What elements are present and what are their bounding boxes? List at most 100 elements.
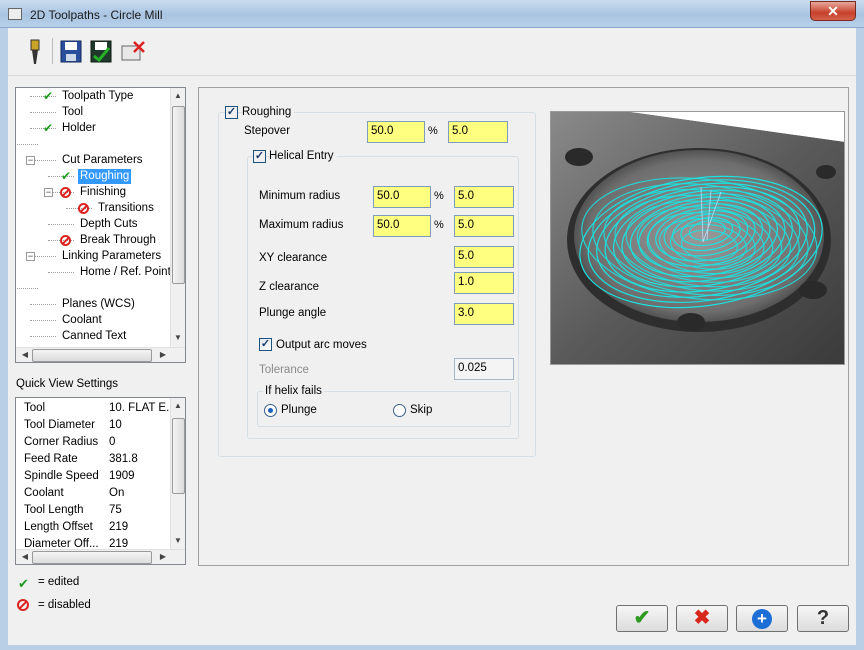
quick-view-value: 381.8	[109, 453, 138, 465]
quick-view-value: 1909	[109, 470, 135, 482]
cancel-button[interactable]: ✖	[676, 605, 728, 632]
stepover-percent-input[interactable]: 50.0	[367, 121, 425, 143]
add-button[interactable]: +	[736, 605, 788, 632]
window-frame-bottom	[0, 645, 864, 650]
disabled-icon	[60, 235, 71, 246]
min-radius-label: Minimum radius	[259, 190, 341, 202]
window-title: 2D Toolpaths - Circle Mill	[30, 8, 163, 22]
tree-item-label[interactable]: Coolant	[60, 313, 104, 328]
collapse-icon[interactable]: −	[26, 252, 35, 261]
scroll-left-arrow-icon[interactable]: ◀	[18, 552, 32, 561]
quick-view-row: Tool Diameter 10	[24, 417, 122, 434]
output-arc-moves-checkbox[interactable]: ✓	[259, 338, 272, 351]
min-radius-value-input[interactable]: 5.0	[454, 186, 514, 208]
cancel-red-icon[interactable]	[120, 38, 146, 66]
toolbar-separator	[52, 38, 53, 64]
parameter-tree[interactable]: ✔ Toolpath Type Tool ✔ Holder − Cut Parameters…	[15, 87, 186, 363]
min-radius-percent-input[interactable]: 50.0	[373, 186, 431, 208]
xy-clearance-label: XY clearance	[259, 252, 328, 264]
tree-item-label[interactable]: Holder	[60, 121, 98, 136]
tree-vertical-scrollbar[interactable]: ▲ ▼	[170, 88, 185, 347]
disabled-icon	[60, 187, 71, 198]
scroll-down-arrow-icon[interactable]: ▼	[171, 333, 185, 342]
tree-scroll-thumb[interactable]	[172, 106, 185, 284]
max-radius-percent-input[interactable]: 50.0	[373, 215, 431, 237]
xy-clearance-input[interactable]: 5.0	[454, 246, 514, 268]
scroll-right-arrow-icon[interactable]: ▶	[156, 552, 170, 561]
plunge-radio-label: Plunge	[281, 404, 317, 416]
scroll-down-arrow-icon[interactable]: ▼	[171, 536, 185, 545]
tree-item-label[interactable]: Cut Parameters	[60, 153, 145, 168]
collapse-icon[interactable]: −	[26, 156, 35, 165]
tree-connector	[48, 224, 74, 225]
helical-entry-label: Helical Entry	[269, 150, 337, 162]
tree-hscroll-thumb[interactable]	[32, 349, 152, 362]
tree-item-label[interactable]: Planes (WCS)	[60, 297, 137, 312]
check-icon: ✔	[61, 169, 72, 183]
stepover-label: Stepover	[244, 125, 291, 137]
helix-fails-label: If helix fails	[263, 385, 324, 397]
tool-icon[interactable]	[22, 38, 48, 66]
quick-view-row: Feed Rate 381.8	[24, 451, 138, 468]
plunge-radio[interactable]	[264, 404, 277, 417]
tree-item-label[interactable]: Linking Parameters	[60, 249, 163, 264]
tree-item-label[interactable]: Transitions	[96, 201, 156, 216]
quick-view-value: 75	[109, 504, 122, 516]
max-radius-label: Maximum radius	[259, 219, 344, 231]
tree-item-label[interactable]: Depth Cuts	[78, 217, 140, 232]
check-icon: ✔	[43, 121, 54, 135]
quick-view-value: 10	[109, 419, 122, 431]
ok-button[interactable]: ✔	[616, 605, 668, 632]
tree-item-label[interactable]: Finishing	[78, 185, 128, 200]
z-clearance-input[interactable]: 1.0	[454, 272, 514, 294]
quick-view-key: Tool	[24, 402, 46, 414]
tree-connector	[48, 272, 74, 273]
save-green-icon[interactable]	[88, 38, 114, 66]
tree-connector	[30, 112, 56, 113]
quick-view-key: Corner Radius	[24, 436, 99, 448]
quick-view-value: 0	[109, 436, 116, 448]
window-icon	[8, 8, 22, 20]
helical-entry-checkbox[interactable]: ✓	[253, 150, 266, 163]
tree-connector	[16, 288, 38, 289]
tree-item-label[interactable]: Roughing	[78, 169, 132, 184]
quick-view-horizontal-scrollbar[interactable]: ◀ ▶	[16, 549, 185, 564]
roughing-label: Roughing	[242, 106, 295, 118]
quick-view-key: Tool Diameter	[24, 419, 95, 431]
disabled-icon	[17, 599, 29, 611]
skip-radio[interactable]	[393, 404, 406, 417]
tolerance-input[interactable]: 0.025	[454, 358, 514, 380]
skip-radio-label: Skip	[410, 404, 433, 416]
close-button[interactable]: ✕	[810, 1, 856, 21]
collapse-icon[interactable]: −	[44, 188, 53, 197]
quick-view-hscroll-thumb[interactable]	[32, 551, 152, 564]
tolerance-label: Tolerance	[259, 364, 309, 376]
scroll-left-arrow-icon[interactable]: ◀	[18, 350, 32, 359]
quick-view-key: Coolant	[24, 487, 64, 499]
quick-view-value: 10. FLAT E...	[109, 402, 176, 414]
max-radius-value-input[interactable]: 5.0	[454, 215, 514, 237]
tree-item-label[interactable]: Home / Ref. Points	[78, 265, 179, 280]
roughing-checkbox[interactable]: ✓	[225, 106, 238, 119]
quick-view-key: Feed Rate	[24, 453, 78, 465]
tree-connector	[30, 336, 56, 337]
quick-view-vertical-scrollbar[interactable]: ▲ ▼	[170, 398, 185, 549]
quick-view-value: 219	[109, 521, 129, 533]
scroll-right-arrow-icon[interactable]: ▶	[156, 350, 170, 359]
stepover-value-input[interactable]: 5.0	[448, 121, 508, 143]
quick-view-row: Spindle Speed 1909	[24, 468, 135, 485]
quick-view-scroll-thumb[interactable]	[172, 418, 185, 494]
tree-item-label[interactable]: Toolpath Type	[60, 89, 135, 104]
tree-item-label[interactable]: Tool	[60, 105, 85, 120]
tree-item-label[interactable]: Break Through	[78, 233, 158, 248]
disabled-icon	[78, 203, 89, 214]
save-icon[interactable]	[58, 38, 84, 66]
plunge-angle-input[interactable]: 3.0	[454, 303, 514, 325]
help-button[interactable]: ?	[797, 605, 849, 632]
tree-item-label[interactable]: Canned Text	[60, 329, 128, 344]
scroll-up-arrow-icon[interactable]: ▲	[171, 91, 185, 100]
tree-horizontal-scrollbar[interactable]: ◀ ▶	[16, 347, 185, 362]
scroll-up-arrow-icon[interactable]: ▲	[171, 401, 185, 410]
percent-sign: %	[434, 190, 444, 202]
quick-view-list[interactable]: Tool 10. FLAT E... Tool Diameter 10 Corner R…	[15, 397, 186, 565]
